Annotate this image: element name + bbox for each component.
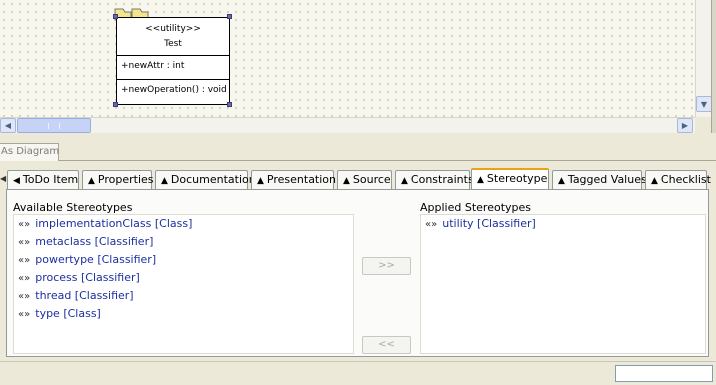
applied-stereotypes-title: Applied Stereotypes	[420, 201, 531, 214]
triangle-up-icon: ▲	[88, 176, 95, 186]
class-operation[interactable]: +newOperation() : void	[117, 80, 229, 95]
triangle-left-icon: ◀	[13, 176, 20, 186]
scroll-down-icon[interactable]: ▼	[696, 96, 712, 112]
stereotype-icon: «»	[18, 237, 31, 248]
stereotype-panel: Available Stereotypes «» implementationCl…	[6, 189, 709, 357]
tab-constraints[interactable]: ▲ Constraints	[395, 170, 474, 189]
class-stereotype: <<utility>>	[145, 24, 201, 34]
horizontal-scrollbar[interactable]: ◀ ▶	[0, 117, 695, 133]
triangle-up-icon: ▲	[558, 176, 565, 186]
tab-tagged-values[interactable]: ▲ Tagged Values	[552, 170, 647, 189]
pane-divider	[711, 0, 716, 140]
diagram-tab-strip: As Diagram	[0, 133, 716, 161]
scroll-right-icon[interactable]: ▶	[677, 118, 693, 133]
uml-class-box[interactable]: <<utility>> Test +newAttr : int +newOper…	[116, 17, 230, 105]
tab-as-diagram[interactable]: As Diagram	[0, 143, 59, 161]
list-item[interactable]: «» powertype [Classifier]	[14, 251, 353, 269]
remove-stereotype-button[interactable]: <<	[362, 336, 411, 354]
horizontal-scroll-thumb[interactable]	[17, 118, 91, 133]
class-attribute[interactable]: +newAttr : int	[117, 56, 229, 80]
status-field	[615, 365, 713, 382]
diagram-canvas[interactable]: <<utility>> Test +newAttr : int +newOper…	[0, 0, 695, 117]
class-name: Test	[164, 39, 182, 49]
stereotype-icon: «»	[18, 309, 31, 320]
triangle-up-icon: ▲	[401, 176, 408, 186]
tab-source[interactable]: ▲ Source	[337, 170, 392, 189]
list-item[interactable]: «» metaclass [Classifier]	[14, 233, 353, 251]
tab-presentation[interactable]: ▲ Presentation	[251, 170, 336, 189]
triangle-up-icon: ▲	[343, 176, 350, 186]
selection-handle-bottom-left[interactable]	[113, 102, 118, 107]
details-tab-bar: ◀ ToDo Item ▲ Properties ▲ Documentation ▲ P…	[0, 168, 716, 189]
triangle-up-icon: ▲	[257, 176, 264, 186]
scroll-left-icon[interactable]: ◀	[0, 118, 16, 133]
add-stereotype-button[interactable]: >>	[362, 257, 411, 275]
tab-properties[interactable]: ▲ Properties	[82, 170, 154, 189]
stereotype-icon: «»	[18, 273, 31, 284]
stereotype-icon: «»	[18, 219, 31, 230]
tab-stereotype[interactable]: ▲ Stereotype	[471, 168, 549, 189]
applied-stereotypes-list[interactable]: «» utility [Classifier]	[420, 214, 706, 354]
list-item[interactable]: «» process [Classifier]	[14, 269, 353, 287]
list-item[interactable]: «» type [Class]	[14, 305, 353, 323]
stereotype-icon: «»	[18, 291, 31, 302]
status-bar	[0, 361, 716, 385]
tab-todo-item[interactable]: ◀ ToDo Item	[7, 170, 79, 189]
triangle-up-icon: ▲	[477, 175, 484, 185]
triangle-up-icon: ▲	[651, 176, 658, 186]
list-item[interactable]: «» implementationClass [Class]	[14, 215, 353, 233]
vertical-scrollbar[interactable]: ▼	[695, 0, 712, 117]
available-stereotypes-list[interactable]: «» implementationClass [Class] «» metaclas…	[13, 214, 354, 354]
triangle-up-icon: ▲	[161, 176, 168, 186]
selection-handle-bottom-right[interactable]	[227, 102, 232, 107]
list-item[interactable]: «» utility [Classifier]	[421, 215, 705, 233]
list-item[interactable]: «» thread [Classifier]	[14, 287, 353, 305]
tab-checklist[interactable]: ▲ Checklist	[645, 170, 711, 189]
selection-handle-top-left[interactable]	[113, 14, 118, 19]
available-stereotypes-title: Available Stereotypes	[13, 201, 133, 214]
selection-handle-top-right[interactable]	[227, 14, 232, 19]
tab-documentation[interactable]: ▲ Documentation	[155, 170, 256, 189]
stereotype-icon: «»	[425, 219, 438, 230]
stereotype-icon: «»	[18, 255, 31, 266]
